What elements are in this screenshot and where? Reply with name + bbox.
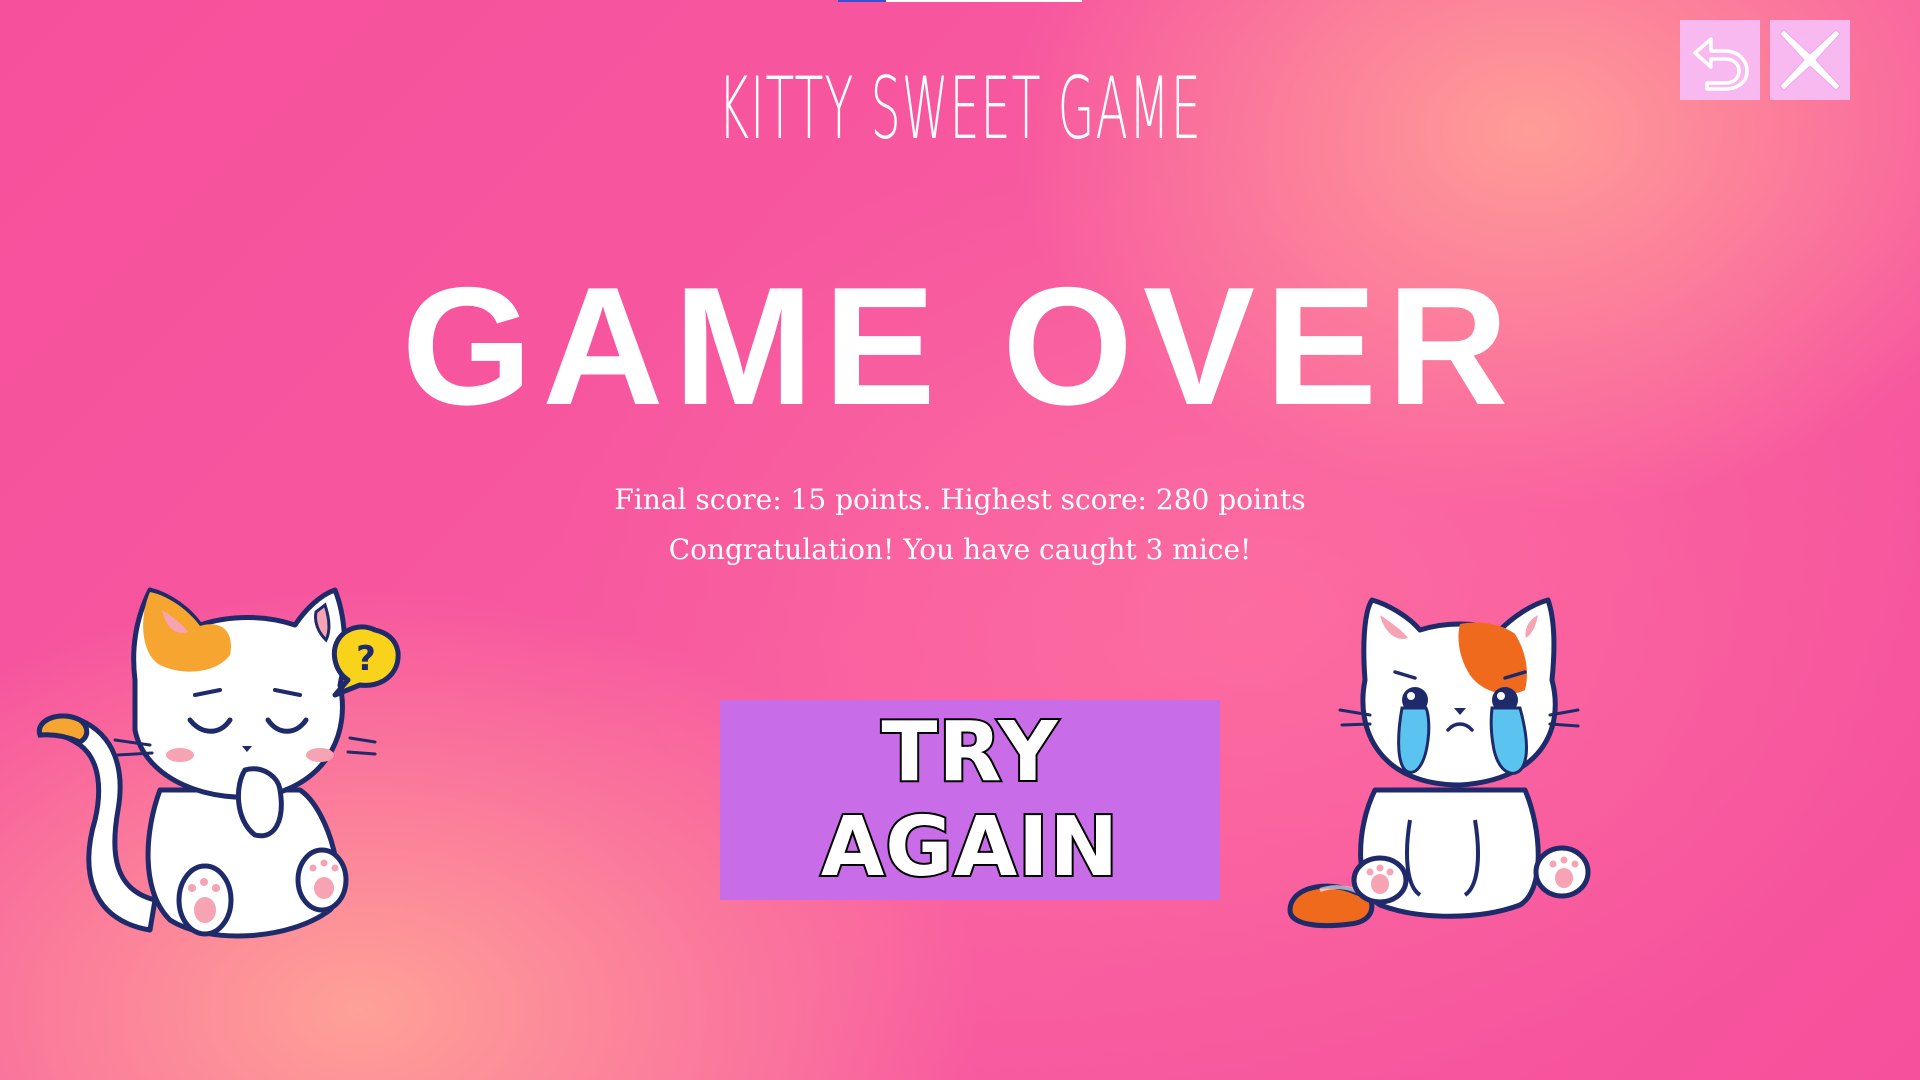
score-text: Final score: 15 points. Highest score: 2… <box>614 483 1306 516</box>
game-title: KITTY SWEET GAME <box>718 59 1202 159</box>
close-x-icon <box>1779 29 1841 91</box>
question-mark: ? <box>356 639 376 679</box>
game-over-heading: GAME OVER <box>401 252 1519 440</box>
undo-arrow-icon <box>1693 37 1749 91</box>
crying-cat-illustration <box>1287 597 1591 929</box>
try-again-button[interactable]: TRY AGAIN <box>720 700 1220 900</box>
try-again-label: TRY AGAIN <box>819 703 1120 897</box>
thinking-cat-illustration: ? <box>36 587 401 939</box>
top-progress-indicator <box>838 0 1082 2</box>
top-progress-fill <box>838 0 886 2</box>
close-button[interactable] <box>1770 20 1850 100</box>
congratulation-text: Congratulation! You have caught 3 mice! <box>668 533 1252 566</box>
back-button[interactable] <box>1680 20 1760 100</box>
